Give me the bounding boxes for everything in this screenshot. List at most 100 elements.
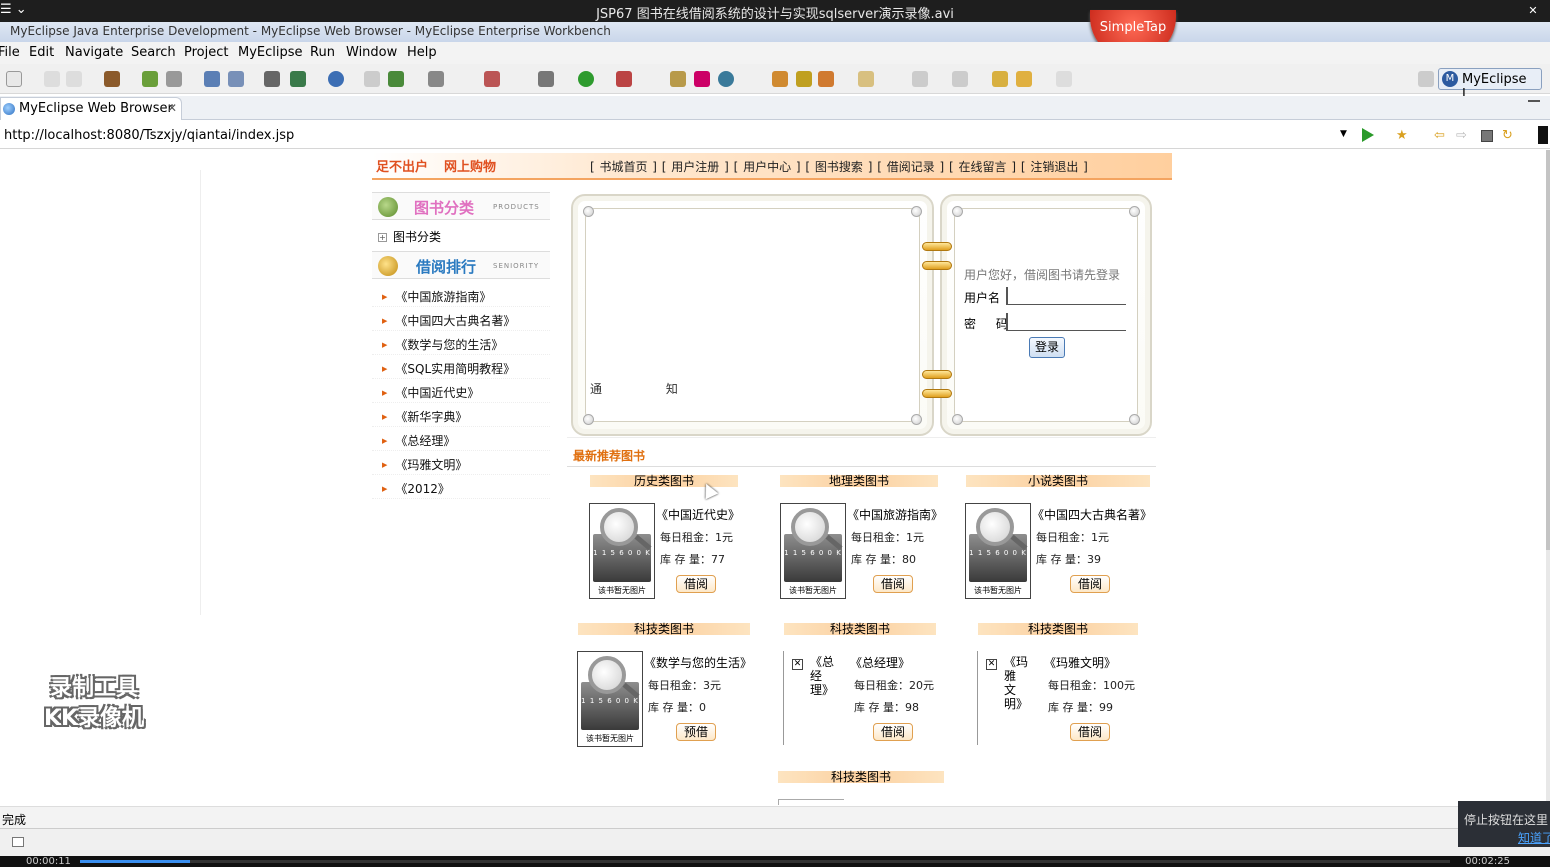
book-cover[interactable]: 1 1 5 6 0 0 K 该书暂无图片: [577, 651, 643, 747]
globe-icon[interactable]: [328, 71, 344, 87]
external-tools-icon[interactable]: [616, 71, 632, 87]
rank-title[interactable]: 《2012》: [395, 482, 450, 496]
rank-item[interactable]: ▶ 《数学与您的生活》: [382, 336, 503, 353]
book-title[interactable]: 《总经理》: [850, 654, 910, 671]
rank-title[interactable]: 《数学与您的生活》: [395, 338, 503, 352]
ant-icon[interactable]: [670, 71, 686, 87]
menu-window[interactable]: Window: [346, 45, 397, 60]
browser-back-icon[interactable]: ⇦: [1434, 129, 1448, 143]
reserve-button[interactable]: 预借: [676, 723, 716, 741]
scroll-thumb[interactable]: [1546, 150, 1550, 550]
back-icon[interactable]: [1016, 71, 1032, 87]
folder-icon[interactable]: [364, 71, 380, 87]
borrow-button[interactable]: 借阅: [1070, 723, 1110, 741]
menu-project[interactable]: Project: [184, 45, 228, 60]
rank-title[interactable]: 《总经理》: [395, 434, 455, 448]
borrow-button[interactable]: 借阅: [873, 723, 913, 741]
db-icon[interactable]: [264, 71, 280, 87]
url-input[interactable]: http://localhost:8080/Tszxjy/qiantai/ind…: [4, 128, 294, 143]
stop-icon[interactable]: [1481, 130, 1493, 142]
borrow-button[interactable]: 借阅: [1070, 575, 1110, 593]
marker-icon[interactable]: [818, 71, 834, 87]
task-icon[interactable]: [772, 71, 788, 87]
username-input[interactable]: [1006, 287, 1126, 305]
perspective-switcher[interactable]: M MyEclipse J...: [1438, 68, 1542, 102]
web-icon[interactable]: [228, 71, 244, 87]
server-icon[interactable]: [166, 71, 182, 87]
login-button[interactable]: 登录: [1029, 337, 1065, 358]
password-input[interactable]: [1006, 313, 1126, 331]
fast-view-icon[interactable]: [12, 837, 24, 847]
vertical-scrollbar[interactable]: [1546, 150, 1550, 804]
hierarchy-icon[interactable]: [694, 71, 710, 87]
menu-edit[interactable]: Edit: [29, 45, 54, 60]
book-title[interactable]: 《中国旅游指南》: [847, 506, 943, 523]
close-window-button[interactable]: ✕: [1516, 0, 1550, 22]
screen-icon[interactable]: [428, 71, 444, 87]
rank-title[interactable]: 《中国近代史》: [395, 386, 479, 400]
minimize-view-icon[interactable]: [1528, 100, 1540, 102]
book-title[interactable]: 《中国四大古典名著》: [1032, 506, 1152, 523]
tooltip-dismiss-link[interactable]: 知道了: [1518, 829, 1550, 846]
package-icon[interactable]: [104, 71, 120, 87]
book-title[interactable]: 《数学与您的生活》: [644, 654, 752, 671]
open-type-icon[interactable]: [290, 71, 306, 87]
favorites-icon[interactable]: ★: [1396, 129, 1410, 143]
category-item[interactable]: + 图书分类: [378, 228, 441, 245]
print-icon[interactable]: [66, 71, 82, 87]
open-folder-icon[interactable]: [858, 71, 874, 87]
deploy-icon[interactable]: [204, 71, 220, 87]
rank-title[interactable]: 《玛雅文明》: [395, 458, 467, 472]
book-cover[interactable]: 1 1 5 6 0 0 K 该书暂无图片: [780, 503, 846, 599]
rank-title[interactable]: 《SQL实用简明教程》: [395, 362, 515, 376]
menu-myeclipse[interactable]: MyEclipse: [238, 45, 303, 60]
rank-item[interactable]: ▶ 《新华字典》: [382, 408, 467, 425]
site-nav[interactable]: [ 书城首页 ] [ 用户注册 ] [ 用户中心 ] [ 图书搜索 ] [ 借阅…: [590, 158, 1088, 175]
book-title[interactable]: 《中国近代史》: [656, 506, 740, 523]
rank-item[interactable]: ▶ 《玛雅文明》: [382, 456, 467, 473]
prev-annotation-icon[interactable]: [952, 71, 968, 87]
rank-title[interactable]: 《中国旅游指南》: [395, 290, 491, 304]
rank-item[interactable]: ▶ 《SQL实用简明教程》: [382, 360, 515, 377]
book-cover[interactable]: 1 1 5 6 0 0 K 该书暂无图片: [589, 503, 655, 599]
refresh-icon[interactable]: [388, 71, 404, 87]
console-icon[interactable]: [1538, 126, 1548, 144]
rank-title[interactable]: 《中国四大古典名著》: [395, 314, 515, 328]
menu-help[interactable]: Help: [407, 45, 437, 60]
save-icon[interactable]: [44, 71, 60, 87]
broken-cover[interactable]: ✕ 《玛雅文明》: [977, 651, 1041, 745]
menu-file[interactable]: File: [0, 45, 20, 60]
rank-item[interactable]: ▶ 《中国近代史》: [382, 384, 479, 401]
go-icon[interactable]: [1362, 128, 1374, 142]
broken-cover[interactable]: ✕ 《总经理》: [783, 651, 847, 745]
run-icon[interactable]: [578, 71, 594, 87]
last-edit-icon[interactable]: [992, 71, 1008, 87]
rank-item[interactable]: ▶ 《中国旅游指南》: [382, 288, 491, 305]
progress-track[interactable]: [80, 860, 1450, 863]
menu-run[interactable]: Run: [310, 45, 335, 60]
menu-navigate[interactable]: Navigate: [65, 45, 123, 60]
bug-icon[interactable]: [142, 71, 158, 87]
rank-item[interactable]: ▶ 《2012》: [382, 480, 450, 497]
borrow-button[interactable]: 借阅: [676, 575, 716, 593]
book-cover[interactable]: [778, 799, 844, 805]
forward-icon[interactable]: [1056, 71, 1072, 87]
rank-item[interactable]: ▶ 《总经理》: [382, 432, 455, 449]
open-perspective-icon[interactable]: [1418, 71, 1434, 87]
url-dropdown-icon[interactable]: ▼: [1340, 129, 1347, 139]
tab-web-browser[interactable]: MyEclipse Web Browser ✕: [0, 97, 182, 120]
new-wizard-icon[interactable]: [484, 71, 500, 87]
next-annotation-icon[interactable]: [912, 71, 928, 87]
annotation-icon[interactable]: [796, 71, 812, 87]
sync-icon[interactable]: [718, 71, 734, 87]
rank-title[interactable]: 《新华字典》: [395, 410, 467, 424]
book-cover[interactable]: 1 1 5 6 0 0 K 该书暂无图片: [965, 503, 1031, 599]
browser-forward-icon[interactable]: ⇨: [1456, 129, 1470, 143]
expand-icon[interactable]: +: [378, 233, 387, 242]
close-tab-icon[interactable]: ✕: [167, 101, 177, 115]
debug-icon[interactable]: [538, 71, 554, 87]
borrow-button[interactable]: 借阅: [873, 575, 913, 593]
browser-refresh-icon[interactable]: ↻: [1502, 129, 1516, 143]
rank-item[interactable]: ▶ 《中国四大古典名著》: [382, 312, 515, 329]
menu-search[interactable]: Search: [131, 45, 176, 60]
